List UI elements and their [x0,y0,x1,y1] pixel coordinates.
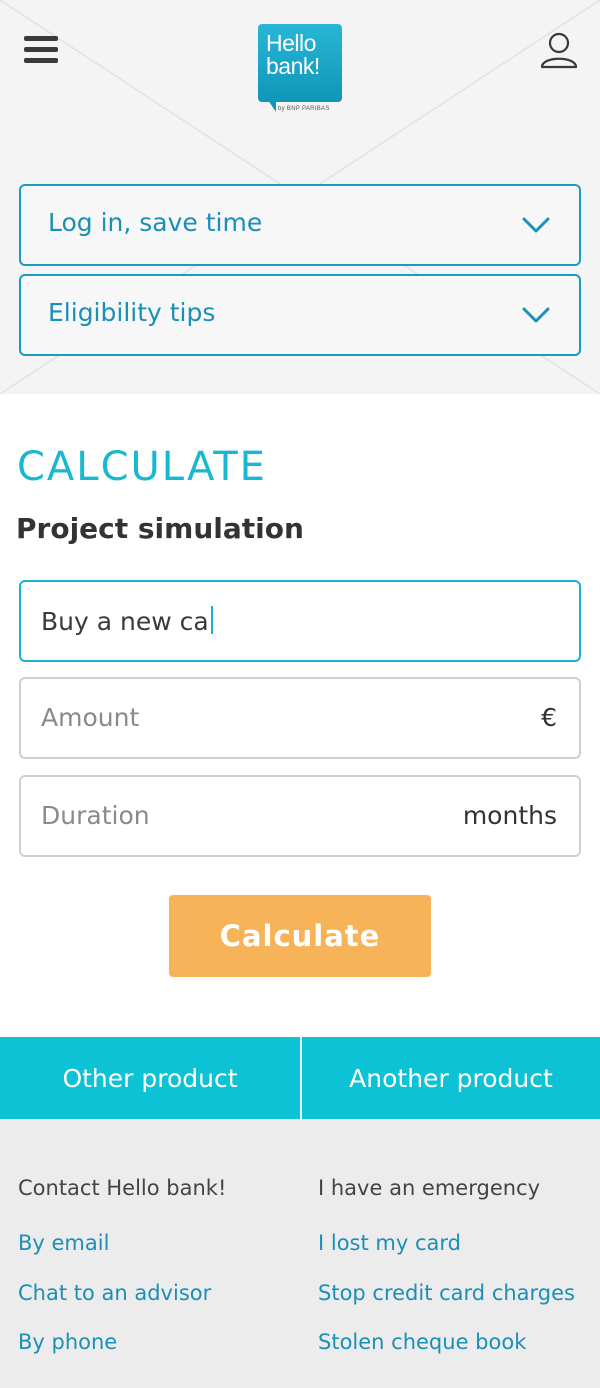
accordion-eligibility[interactable]: Eligibility tips [19,274,581,356]
footer: Contact Hello bank! By email Chat to an … [0,1119,600,1388]
footer-emergency-heading: I have an emergency [318,1176,541,1200]
hello-bank-logo[interactable]: Hello bank! by BNP PARIBAS [258,24,342,116]
logo-line-2: bank! [266,53,320,79]
link-stop-card-charges[interactable]: Stop credit card charges [318,1281,575,1305]
footer-contact-heading: Contact Hello bank! [18,1176,227,1200]
calculate-button[interactable]: Calculate [169,895,431,977]
chevron-down-icon [522,217,550,233]
amount-input[interactable]: Amount € [19,677,581,759]
logo-bubble-tail [268,100,276,112]
tab-other-product[interactable]: Other product [0,1037,300,1119]
link-stolen-cheque-book[interactable]: Stolen cheque book [318,1330,526,1354]
header-hero: Hello bank! by BNP PARIBAS Log in, save … [0,0,600,394]
amount-placeholder: Amount [41,703,140,732]
hamburger-menu-icon[interactable] [24,36,58,66]
logo-text: Hello bank! [266,32,320,78]
product-tabs: Other product Another product [0,1037,600,1119]
chevron-down-icon [522,307,550,323]
accordion-login-label: Log in, save time [48,208,263,237]
text-cursor [210,606,213,634]
project-name-input[interactable]: Buy a new ca [19,580,581,662]
section-subtitle: Project simulation [16,512,304,545]
section-title: CALCULATE [17,444,267,490]
accordion-eligibility-label: Eligibility tips [48,298,216,327]
accordion-login[interactable]: Log in, save time [19,184,581,266]
logo-line-1: Hello [266,30,316,56]
project-name-value: Buy a new ca [41,606,213,636]
link-chat-advisor[interactable]: Chat to an advisor [18,1281,211,1305]
link-lost-card[interactable]: I lost my card [318,1231,461,1255]
logo-bubble: Hello bank! [258,24,342,102]
tab-another-product[interactable]: Another product [302,1037,600,1119]
euro-unit: € [541,703,557,732]
months-unit: months [462,801,557,830]
user-account-icon[interactable] [538,30,580,70]
duration-placeholder: Duration [41,801,150,830]
link-by-email[interactable]: By email [18,1231,109,1255]
duration-input[interactable]: Duration months [19,775,581,857]
link-by-phone[interactable]: By phone [18,1330,117,1354]
logo-tagline: by BNP PARIBAS [278,106,330,112]
